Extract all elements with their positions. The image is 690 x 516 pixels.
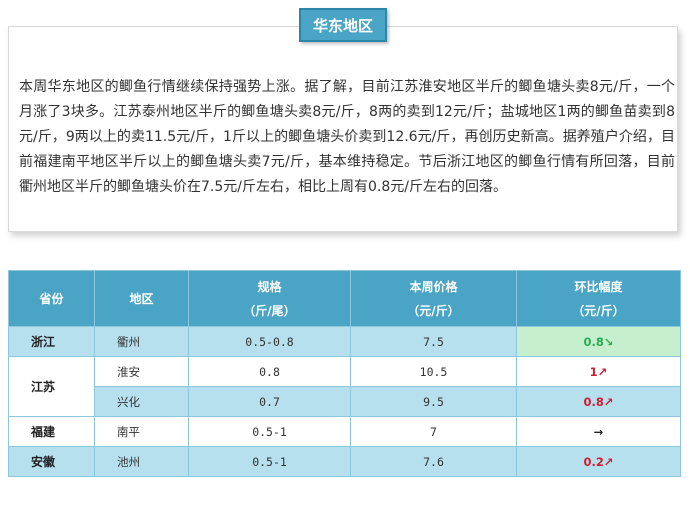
change-value: 0.8	[583, 394, 604, 409]
table-row: 安徽 池州 0.5-1 7.6 0.2↗	[8, 446, 681, 477]
trend-down-icon: ↘	[603, 334, 614, 349]
table-row: 浙江 衢州 0.5-0.8 7.5 0.8↘	[8, 326, 681, 357]
intro-paragraph: 本周华东地区的鲫鱼行情继续保持强势上涨。据了解，目前江苏淮安地区半斤的鲫鱼塘头卖…	[19, 79, 675, 195]
price-cell: 9.5	[350, 386, 517, 417]
change-value: 1	[589, 364, 598, 379]
price-cell: 7.5	[350, 326, 517, 357]
intro-text-box: 本周华东地区的鲫鱼行情继续保持强势上涨。据了解，目前江苏淮安地区半斤的鲫鱼塘头卖…	[8, 26, 678, 232]
price-cell: 10.5	[350, 356, 517, 387]
area-cell: 池州	[94, 446, 189, 477]
table-header-row: 省份 地区 规格 （斤/尾） 本周价格 （元/斤） 环比幅度 （元/斤）	[8, 270, 681, 327]
change-value: 0.8	[583, 334, 604, 349]
change-cell: 0.8↗	[516, 386, 681, 417]
change-cell: 1↗	[516, 356, 681, 387]
region-title-tag: 华东地区	[299, 8, 387, 42]
table-row: 兴化 0.7 9.5 0.8↗	[9, 386, 681, 417]
trend-up-icon: ↗	[603, 454, 614, 469]
trend-flat-icon: →	[593, 424, 604, 439]
spec-cell: 0.5-0.8	[188, 326, 351, 357]
header-change: 环比幅度 （元/斤）	[516, 270, 681, 327]
price-cell: 7	[350, 416, 517, 447]
spec-cell: 0.5-1	[188, 416, 351, 447]
price-table: 省份 地区 规格 （斤/尾） 本周价格 （元/斤） 环比幅度 （元/斤） 浙江 衢州 …	[8, 270, 681, 477]
province-cell: 浙江	[8, 326, 95, 357]
table-row: 福建 南平 0.5-1 7 →	[8, 416, 681, 447]
province-cell: 福建	[8, 416, 95, 447]
province-cell: 江苏	[8, 356, 95, 417]
area-cell: 兴化	[94, 386, 189, 417]
header-province: 省份	[8, 270, 95, 327]
change-cell: 0.2↗	[516, 446, 681, 477]
change-cell: 0.8↘	[516, 326, 681, 357]
header-price: 本周价格 （元/斤）	[350, 270, 517, 327]
change-cell: →	[516, 416, 681, 447]
header-spec: 规格 （斤/尾）	[188, 270, 351, 327]
table-row: 江苏 淮安 0.8 10.5 1↗	[8, 356, 681, 417]
area-cell: 衢州	[94, 326, 189, 357]
trend-up-icon: ↗	[597, 364, 608, 379]
change-value: 0.2	[583, 454, 604, 469]
province-cell: 安徽	[8, 446, 95, 477]
area-cell: 南平	[94, 416, 189, 447]
spec-cell: 0.8	[188, 356, 351, 387]
spec-cell: 0.7	[188, 386, 351, 417]
price-cell: 7.6	[350, 446, 517, 477]
area-cell: 淮安	[94, 356, 189, 387]
spec-cell: 0.5-1	[188, 446, 351, 477]
trend-up-icon: ↗	[603, 394, 614, 409]
header-area: 地区	[94, 270, 189, 327]
